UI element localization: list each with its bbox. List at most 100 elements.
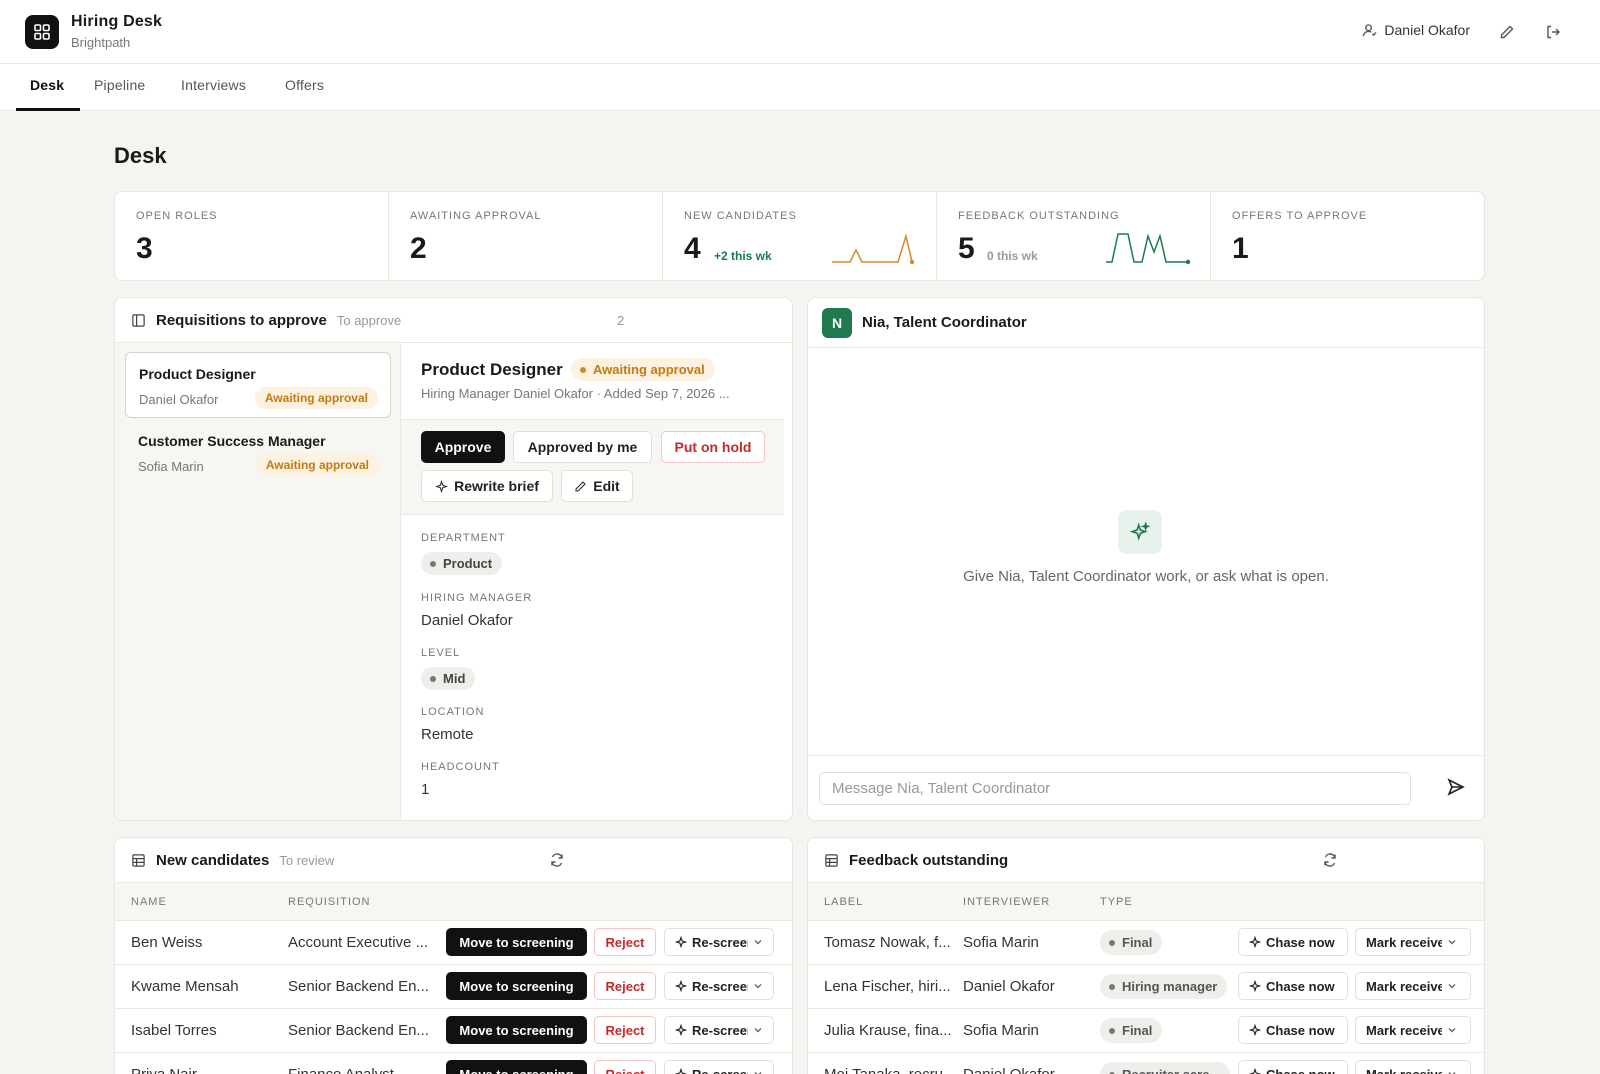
feedback-type-chip: Final xyxy=(1100,1018,1163,1043)
table-header: LABEL INTERVIEWER TYPE xyxy=(808,883,1484,921)
move-to-screening-button[interactable]: Move to screening xyxy=(446,972,587,1000)
detail-meta: Hiring Manager Daniel Okafor · Added Sep… xyxy=(421,386,730,401)
chase-now-button[interactable]: Chase now xyxy=(1238,1060,1348,1074)
re-screen-button[interactable]: Re-screen xyxy=(664,972,774,1000)
tab-offers[interactable]: Offers xyxy=(285,77,324,93)
top-bar: Hiring Desk Brightpath Daniel Okafor xyxy=(0,0,1600,64)
candidate-name: Ben Weiss xyxy=(131,934,203,951)
table-row[interactable]: Ben Weiss Account Executive ... Move to … xyxy=(115,921,792,965)
requisition-item[interactable]: Customer Success Manager Sofia Marin Awa… xyxy=(125,420,391,486)
panel-header: Requisitions to approve To approve 2 xyxy=(115,298,792,343)
candidate-name: Kwame Mensah xyxy=(131,978,239,995)
stat-feedback-outstanding[interactable]: FEEDBACK OUTSTANDING 5 0 this wk xyxy=(937,192,1211,280)
table-row[interactable]: Julia Krause, fina... Sofia Marin Final … xyxy=(808,1009,1484,1053)
stat-delta: +2 this wk xyxy=(714,249,772,263)
table-row[interactable]: Tomasz Nowak, f... Sofia Marin Final Cha… xyxy=(808,921,1484,965)
requisition-item[interactable]: Product Designer Daniel Okafor Awaiting … xyxy=(125,352,391,418)
table-row[interactable]: Priya Nair Finance Analyst Move to scree… xyxy=(115,1053,792,1074)
stat-awaiting-approval[interactable]: AWAITING APPROVAL 2 xyxy=(389,192,663,280)
chevron-down-icon xyxy=(753,1069,763,1074)
new-candidates-sparkline xyxy=(832,233,915,265)
reject-button[interactable]: Reject xyxy=(594,928,656,956)
chip-dot-icon xyxy=(430,675,436,682)
message-input[interactable] xyxy=(819,772,1411,805)
status-dot-icon xyxy=(580,366,586,373)
chase-now-label: Chase now xyxy=(1266,978,1335,994)
chase-now-button[interactable]: Chase now xyxy=(1238,928,1348,956)
feedback-type: Hiring manager xyxy=(1122,979,1218,994)
rewrite-brief-button[interactable]: Rewrite brief xyxy=(421,470,553,502)
mark-received-button[interactable]: Mark received xyxy=(1355,928,1471,956)
mark-received-button[interactable]: Mark received xyxy=(1355,1060,1471,1074)
table-row[interactable]: Lena Fischer, hiri... Daniel Okafor Hiri… xyxy=(808,965,1484,1009)
candidate-requisition: Account Executive ... xyxy=(288,934,429,951)
chase-now-button[interactable]: Chase now xyxy=(1238,1016,1348,1044)
feedback-sparkline xyxy=(1106,233,1191,265)
tab-pipeline[interactable]: Pipeline xyxy=(94,77,145,93)
column-header: INTERVIEWER xyxy=(963,896,1051,908)
app-org: Brightpath xyxy=(71,35,131,50)
table-header: NAME REQUISITION xyxy=(115,883,792,921)
logout-icon[interactable] xyxy=(1543,22,1563,42)
mark-received-label: Mark received xyxy=(1366,1066,1442,1074)
panel-title: Feedback outstanding xyxy=(849,851,1009,869)
stat-offers-to-approve[interactable]: OFFERS TO APPROVE 1 xyxy=(1211,192,1484,280)
table-row[interactable]: Kwame Mensah Senior Backend En... Move t… xyxy=(115,965,792,1009)
feedback-type: Recruiter scre... xyxy=(1122,1067,1220,1074)
status-badge: Awaiting approval xyxy=(254,387,378,409)
refresh-icon[interactable] xyxy=(1322,852,1338,868)
sidebar-layout-icon xyxy=(131,313,146,328)
department-chip: Product xyxy=(421,552,503,575)
edit-icon[interactable] xyxy=(1497,22,1517,42)
re-screen-button[interactable]: Re-screen xyxy=(664,928,774,956)
sparkle-icon xyxy=(1249,980,1261,992)
table-row[interactable]: Isabel Torres Senior Backend En... Move … xyxy=(115,1009,792,1053)
stat-open-roles[interactable]: OPEN ROLES 3 xyxy=(115,192,389,280)
sparkle-icon xyxy=(435,479,449,493)
app-logo-icon[interactable] xyxy=(25,15,59,49)
stat-new-candidates[interactable]: NEW CANDIDATES 4 +2 this wk xyxy=(663,192,937,280)
edit-label: Edit xyxy=(593,478,620,494)
requisitions-panel: Requisitions to approve To approve 2 Pro… xyxy=(114,297,793,821)
table-row[interactable]: Mei Tanaka, recru... Daniel Okafor Recru… xyxy=(808,1053,1484,1074)
reject-button[interactable]: Reject xyxy=(594,1016,656,1044)
chase-now-label: Chase now xyxy=(1266,1066,1335,1074)
requisition-name: Product Designer xyxy=(139,366,256,382)
re-screen-button[interactable]: Re-screen xyxy=(664,1060,774,1074)
table-icon xyxy=(131,853,146,868)
stat-value: 2 xyxy=(410,232,427,265)
user-menu[interactable]: Daniel Okafor xyxy=(1362,22,1470,38)
tab-desk[interactable]: Desk xyxy=(30,77,64,93)
tab-interviews[interactable]: Interviews xyxy=(181,77,246,93)
approve-button[interactable]: Approve xyxy=(421,431,505,463)
put-on-hold-button[interactable]: Put on hold xyxy=(661,431,765,463)
panel-header: New candidates To review xyxy=(115,838,792,883)
mark-received-label: Mark received xyxy=(1366,1022,1442,1038)
re-screen-button[interactable]: Re-screen xyxy=(664,1016,774,1044)
reject-button[interactable]: Reject xyxy=(594,1060,656,1074)
candidate-requisition: Finance Analyst xyxy=(288,1066,438,1074)
stat-value: 5 xyxy=(958,232,975,265)
approved-by-me-button[interactable]: Approved by me xyxy=(513,431,652,463)
table-icon xyxy=(824,853,839,868)
move-to-screening-button[interactable]: Move to screening xyxy=(446,1016,587,1044)
send-icon[interactable] xyxy=(1446,777,1466,797)
reject-button[interactable]: Reject xyxy=(594,972,656,1000)
mark-received-button[interactable]: Mark received xyxy=(1355,1016,1471,1044)
refresh-icon[interactable] xyxy=(549,852,565,868)
panel-subtitle: To review xyxy=(279,852,335,868)
stat-label: AWAITING APPROVAL xyxy=(410,210,542,222)
move-to-screening-button[interactable]: Move to screening xyxy=(446,1060,587,1074)
chip-dot-icon xyxy=(1109,939,1115,946)
location-value: Remote xyxy=(421,726,474,743)
re-screen-label: Re-screen xyxy=(692,978,748,994)
mark-received-label: Mark received xyxy=(1366,934,1442,950)
chevron-down-icon xyxy=(753,937,763,947)
department-value: Product xyxy=(443,556,493,571)
edit-button[interactable]: Edit xyxy=(561,470,633,502)
move-to-screening-button[interactable]: Move to screening xyxy=(446,928,587,956)
panel-subtitle: To approve xyxy=(336,312,402,328)
user-name: Daniel Okafor xyxy=(1384,22,1470,38)
chase-now-button[interactable]: Chase now xyxy=(1238,972,1348,1000)
mark-received-button[interactable]: Mark received xyxy=(1355,972,1471,1000)
